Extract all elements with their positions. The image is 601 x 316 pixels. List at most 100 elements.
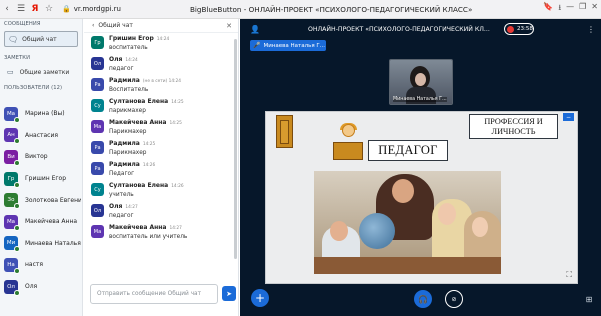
- user-name: Анастасия: [25, 131, 58, 139]
- avatar: Ма: [4, 214, 20, 231]
- record-dot-icon: [507, 25, 514, 33]
- chat-back-button[interactable]: ‹: [92, 22, 94, 29]
- url-text: vr.mordgpi.ru: [73, 5, 121, 13]
- message-text: воспитатель или учитель: [109, 234, 188, 240]
- sender-name: Султанова Елена: [109, 182, 169, 189]
- online-status-icon: [14, 289, 20, 296]
- bookmark-icon[interactable]: 🔖: [543, 2, 553, 16]
- address-bar[interactable]: 🔒 vr.mordgpi.ru: [62, 5, 121, 13]
- users-section-header: ПОЛЬЗОВАТЕЛИ (12): [4, 85, 63, 91]
- profession-line-1: ПРОФЕССИЯ И: [484, 117, 543, 126]
- presentation-slide: ПЕДАГОГ ПРОФЕССИЯ И ЛИЧНОСТЬ − ⛶: [265, 111, 578, 284]
- minimize-presentation-button[interactable]: −: [563, 113, 574, 121]
- avatar-initials: Гр: [7, 175, 15, 182]
- chat-message-body: Гришин Егор 14:24 воспитатель: [109, 35, 169, 52]
- user-name: Гришин Егор: [25, 175, 67, 183]
- shared-notes-button[interactable]: ▭ Общие заметки: [4, 65, 78, 79]
- chat-message-sender: Оля 14:24: [109, 56, 138, 65]
- user-list-item[interactable]: Ма Марина (Вы): [0, 103, 83, 125]
- user-list-item[interactable]: На настя: [0, 254, 83, 276]
- door-illustration: [276, 115, 293, 148]
- chat-title: Общий чат: [98, 22, 133, 29]
- message-time: 14:26: [171, 184, 184, 189]
- message-time: 14:24: [125, 58, 138, 63]
- sender-name: Макейчева Анна: [109, 224, 167, 231]
- public-chat-button[interactable]: 🗨 Общий чат: [4, 31, 78, 47]
- message-time: 14:27: [169, 226, 182, 231]
- minimize-button[interactable]: —: [566, 2, 574, 16]
- chat-message-sender: Султанова Елена 14:25: [109, 98, 184, 107]
- message-time: 14:25: [171, 100, 184, 105]
- microphone-icon: 🎤: [253, 42, 261, 49]
- page-title: BigBlueButton - ОНЛАЙН-ПРОЕКТ «ПСИХОЛОГО…: [190, 4, 473, 14]
- star-icon[interactable]: ☆: [42, 4, 56, 14]
- talking-indicator[interactable]: 🎤 Минаева Наталья Г...: [250, 40, 326, 51]
- message-text: воспитатель: [109, 45, 148, 51]
- recording-timer: 23:58: [517, 26, 533, 32]
- yandex-logo[interactable]: Я: [28, 4, 42, 14]
- chat-close-button[interactable]: ✕: [226, 22, 232, 30]
- online-status-icon: [14, 181, 20, 188]
- chat-message-sender: Гришин Егор 14:24: [109, 35, 169, 44]
- message-text: Педагог: [109, 171, 135, 177]
- message-text: Парикмахер: [109, 150, 147, 156]
- user-list-item[interactable]: Зо Золоткова Евгени...: [0, 189, 83, 211]
- chat-message-input[interactable]: Отправить сообщение Общий чат: [90, 284, 218, 304]
- send-message-button[interactable]: ➤: [222, 286, 236, 301]
- avatar-initials: Ан: [7, 132, 15, 139]
- sender-name: Оля: [109, 56, 123, 63]
- chat-message: Ра Радмила 14:25 Парикмахер: [84, 138, 234, 159]
- layout-toggle-icon[interactable]: ⊞: [580, 290, 598, 308]
- webcam-video[interactable]: Минаева Наталья Г...: [389, 59, 453, 105]
- chat-scrollbar[interactable]: [234, 39, 237, 259]
- message-time: 14:26: [142, 163, 156, 168]
- girl-face-2: [472, 217, 488, 237]
- avatar: Ра: [91, 162, 104, 175]
- chat-messages: Гр Гришин Егор 14:24 воспитатель Ол Оля 14:24 п…: [84, 33, 234, 296]
- audio-headphones-button[interactable]: 🎧: [414, 290, 432, 308]
- chat-message-body: Радмила 14:26 Педагог: [109, 161, 155, 178]
- chat-message-body: Султанова Елена 14:25 парикмахер: [109, 98, 184, 115]
- maximize-button[interactable]: ❐: [579, 2, 586, 16]
- download-icon[interactable]: ⭳: [558, 2, 561, 16]
- avatar: На: [4, 257, 20, 274]
- avatar: Ма: [4, 106, 20, 123]
- shared-notes-label: Общие заметки: [19, 68, 70, 76]
- chat-message: Ол Оля 14:27 педагог: [84, 201, 234, 222]
- sender-name: Оля: [109, 203, 123, 210]
- avatar-initials: Ви: [7, 153, 15, 160]
- user-list-item[interactable]: Ма Макейчева Анна: [0, 211, 83, 233]
- chat-message-sender: Радмила 14:25: [109, 140, 155, 149]
- user-name: настя: [25, 261, 44, 269]
- girl-desk: [333, 142, 363, 160]
- menu-icon[interactable]: ☰: [14, 4, 28, 14]
- user-list-item[interactable]: Ми Минаева Наталья...: [0, 233, 83, 255]
- notes-icon: ▭: [7, 68, 14, 76]
- back-button[interactable]: ‹: [0, 4, 14, 14]
- avatar: Ма: [91, 225, 104, 238]
- user-list-item[interactable]: Гр Гришин Егор: [0, 168, 83, 190]
- recording-indicator[interactable]: 23:58: [504, 23, 534, 35]
- chat-header: ‹ Общий чат ✕: [84, 19, 238, 33]
- more-options-icon[interactable]: ⋮: [587, 25, 595, 34]
- chat-icon: 🗨: [8, 34, 19, 44]
- message-text: Воспитатель: [109, 87, 149, 93]
- teacher-face: [392, 179, 414, 203]
- avatar: Су: [91, 183, 104, 196]
- message-text: Парикмахер: [109, 129, 147, 135]
- user-list-item[interactable]: Ан Анастасия: [0, 125, 83, 147]
- message-text: парикмахер: [109, 108, 146, 114]
- message-time: (не в сети) 14:24: [142, 79, 181, 84]
- close-window-button[interactable]: ✕: [591, 2, 598, 16]
- online-status-icon: [14, 246, 20, 253]
- actions-plus-button[interactable]: +: [251, 289, 269, 307]
- online-status-icon: [14, 224, 20, 231]
- user-list-item[interactable]: Ол Оля: [0, 276, 83, 298]
- webcam-person-face: [415, 73, 426, 86]
- user-list-item[interactable]: Ви Виктор: [0, 146, 83, 168]
- message-text: педагог: [109, 213, 134, 219]
- fullscreen-icon[interactable]: ⛶: [566, 270, 572, 280]
- camera-off-button[interactable]: ⊘: [445, 290, 463, 308]
- avatar-initials: Ма: [6, 218, 16, 225]
- user-list-toggle-icon[interactable]: 👤: [250, 25, 260, 34]
